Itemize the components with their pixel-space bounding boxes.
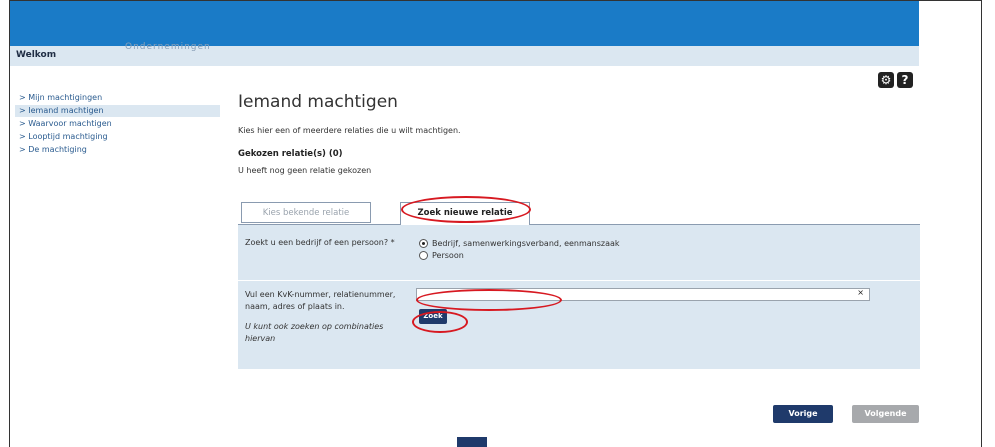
search-form: Zoekt u een bedrijf of een persoon? * Be… — [238, 225, 920, 369]
option-bedrijf[interactable]: Bedrijf, samenwerkingsverband, eenmansza… — [419, 237, 620, 249]
faded-header-text: Ondernemingen — [125, 42, 211, 52]
tab-kies-bekende-relatie[interactable]: Kies bekende relatie — [241, 202, 371, 223]
bottom-fragment — [457, 437, 487, 447]
top-banner — [10, 1, 919, 46]
sidebar-item-mijn-machtigingen[interactable]: > Mijn machtigingen — [15, 92, 220, 104]
intro-text: Kies hier een of meerdere relaties die u… — [238, 126, 461, 135]
gear-icon[interactable]: ⚙ — [878, 72, 894, 88]
option-persoon[interactable]: Persoon — [419, 249, 620, 261]
highlight-oval-zoek — [412, 311, 468, 333]
chosen-relations-title: Gekozen relatie(s) (0) — [238, 149, 343, 159]
prev-button[interactable]: Vorige — [773, 405, 833, 423]
search-hint: U kunt ook zoeken op combinaties hiervan — [245, 322, 384, 343]
highlight-oval-tab — [401, 196, 531, 223]
highlight-oval-input — [416, 289, 562, 311]
option-persoon-label: Persoon — [432, 250, 464, 260]
radio-bedrijf[interactable] — [419, 238, 428, 248]
relation-type-label: Zoekt u een bedrijf of een persoon? * — [245, 238, 395, 247]
help-icon[interactable]: ? — [897, 72, 913, 88]
sidebar-nav: > Mijn machtigingen > Iemand machtigen >… — [15, 92, 220, 157]
page-title: Iemand machtigen — [238, 92, 398, 112]
search-label-text: Vul een KvK-nummer, relatienummer, naam,… — [245, 290, 396, 311]
main-content: Iemand machtigen Kies hier een of meerde… — [238, 92, 920, 369]
sidebar-item-de-machtiging[interactable]: > De machtiging — [15, 144, 220, 156]
option-bedrijf-label: Bedrijf, samenwerkingsverband, eenmansza… — [432, 238, 620, 248]
next-button[interactable]: Volgende — [852, 405, 919, 423]
radio-persoon[interactable] — [419, 250, 428, 260]
sidebar-item-looptijd-machtiging[interactable]: > Looptijd machtiging — [15, 131, 220, 143]
search-row: Vul een KvK-nummer, relatienummer, naam,… — [238, 281, 920, 369]
relation-type-options: Bedrijf, samenwerkingsverband, eenmansza… — [419, 237, 620, 261]
search-field-label: Vul een KvK-nummer, relatienummer, naam,… — [245, 289, 400, 345]
tab-bar: Kies bekende relatie Zoek nieuwe relatie — [238, 202, 920, 225]
chosen-relations-note: U heeft nog geen relatie gekozen — [238, 166, 372, 175]
sidebar-item-iemand-machtigen[interactable]: > Iemand machtigen — [15, 105, 220, 117]
relation-type-row: Zoekt u een bedrijf of een persoon? * Be… — [238, 225, 920, 281]
welcome-bar: Welkom Ondernemingen — [10, 42, 919, 66]
clear-icon[interactable]: × — [857, 288, 864, 297]
tool-icons: ⚙ ? — [878, 72, 913, 88]
sidebar-item-waarvoor-machtigen[interactable]: > Waarvoor machtigen — [15, 118, 220, 130]
welcome-label: Welkom — [16, 50, 57, 60]
